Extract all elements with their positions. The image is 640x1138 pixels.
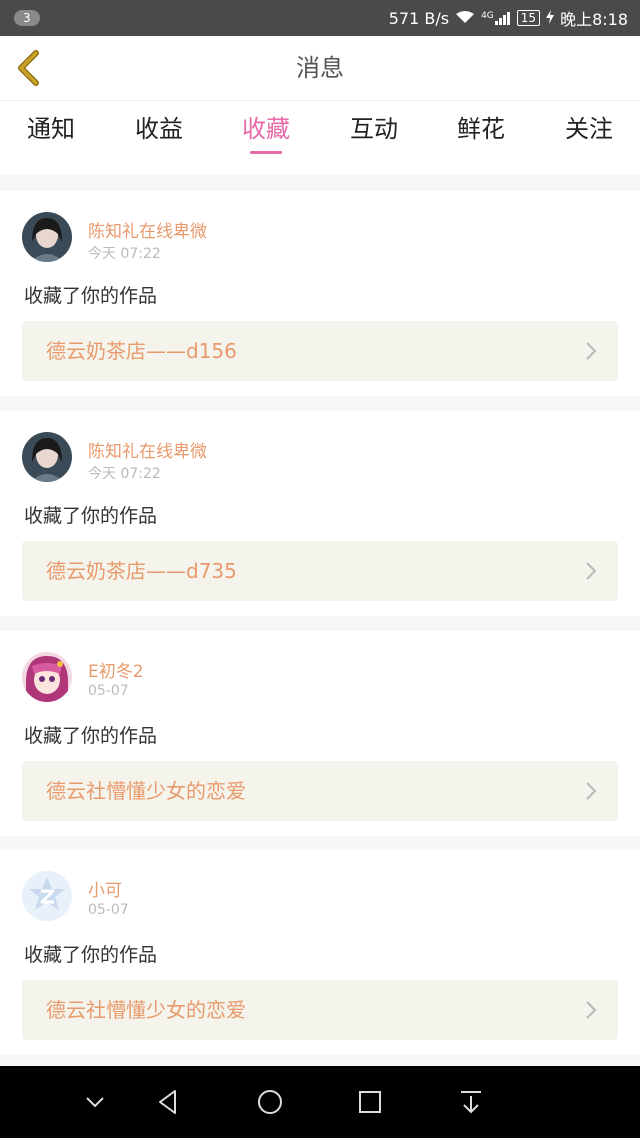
message-card: E初冬2 05-07 收藏了你的作品 德云社懵懂少女的恋爱	[0, 631, 640, 836]
message-card: 小可 05-07 收藏了你的作品 德云社懵懂少女的恋爱	[0, 850, 640, 1055]
user-name[interactable]: 陈知礼在线卑微	[88, 437, 207, 462]
tab-following[interactable]: 关注	[535, 101, 640, 175]
user-name[interactable]: 小可	[88, 876, 122, 901]
tab-interactions[interactable]: 互动	[320, 101, 428, 175]
signal-icon: 4G	[481, 11, 511, 25]
tab-flowers[interactable]: 鲜花	[427, 101, 535, 175]
home-circle-icon	[258, 1090, 282, 1114]
notification-count-badge: 3	[14, 10, 40, 26]
tab-bar: 通知 收益 收藏 互动 鲜花 关注	[0, 101, 640, 175]
message-card: 陈知礼在线卑微 今天 07:22 收藏了你的作品 德云奶茶店——d735	[0, 411, 640, 616]
notification-pull-button[interactable]	[457, 1088, 485, 1116]
message-card: 陈知礼在线卑微 今天 07:22 收藏了你的作品 德云奶茶店——d156	[0, 191, 640, 396]
page-title: 消息	[296, 54, 344, 82]
tab-label: 关注	[565, 115, 613, 143]
timestamp: 今天 07:22	[88, 246, 161, 262]
work-link[interactable]: 德云社懵懂少女的恋爱	[22, 761, 618, 821]
tab-favorites[interactable]: 收藏	[212, 101, 320, 175]
active-tab-indicator	[250, 151, 282, 154]
net-speed: 571 B/s	[388, 8, 450, 28]
header-bar: 消息	[0, 36, 640, 101]
tab-label: 通知	[27, 115, 75, 143]
recents-square-icon	[359, 1091, 381, 1113]
charging-icon	[546, 9, 555, 28]
signal-label: 4G	[481, 11, 494, 21]
avatar[interactable]	[22, 871, 72, 921]
tab-label: 鲜花	[457, 115, 505, 143]
clock: 晚上8:18	[560, 10, 628, 29]
chevron-right-icon	[586, 342, 597, 360]
user-name[interactable]: 陈知礼在线卑微	[88, 217, 207, 242]
hide-nav-button[interactable]	[81, 1088, 109, 1116]
work-title: 德云奶茶店——d735	[46, 559, 237, 583]
back-triangle-icon	[159, 1090, 176, 1114]
tab-earnings[interactable]: 收益	[105, 101, 213, 175]
work-title: 德云奶茶店——d156	[46, 339, 237, 363]
chevron-right-icon	[586, 782, 597, 800]
avatar[interactable]	[22, 652, 72, 702]
avatar[interactable]	[22, 432, 72, 482]
timestamp: 05-07	[88, 902, 129, 918]
timestamp: 05-07	[88, 683, 129, 699]
tab-label: 互动	[350, 115, 398, 143]
chevron-right-icon	[586, 1001, 597, 1019]
wifi-icon	[455, 9, 475, 28]
recents-nav-button[interactable]	[356, 1088, 384, 1116]
chevron-down-icon	[86, 1097, 104, 1108]
avatar[interactable]	[22, 212, 72, 262]
tab-notifications[interactable]: 通知	[0, 101, 105, 175]
work-title: 德云社懵懂少女的恋爱	[46, 998, 246, 1022]
home-nav-button[interactable]	[256, 1088, 284, 1116]
work-title: 德云社懵懂少女的恋爱	[46, 779, 246, 803]
action-text: 收藏了你的作品	[24, 505, 158, 527]
work-link[interactable]: 德云奶茶店——d156	[22, 321, 618, 381]
status-bar: 3 571 B/s 4G 15 晚上8:18	[0, 0, 640, 36]
chevron-right-icon	[586, 562, 597, 580]
default-avatar-icon	[22, 871, 72, 921]
status-indicators: 571 B/s 4G 15 晚上8:18	[389, 6, 628, 30]
action-text: 收藏了你的作品	[24, 285, 158, 307]
work-link[interactable]: 德云奶茶店——d735	[22, 541, 618, 601]
pull-down-icon	[461, 1091, 481, 1114]
back-nav-button[interactable]	[155, 1088, 183, 1116]
battery-icon: 15	[516, 10, 541, 26]
timestamp: 今天 07:22	[88, 466, 161, 482]
user-name[interactable]: E初冬2	[88, 657, 144, 682]
work-link[interactable]: 德云社懵懂少女的恋爱	[22, 980, 618, 1040]
action-text: 收藏了你的作品	[24, 944, 158, 966]
tab-label: 收益	[135, 115, 183, 143]
system-nav-bar	[0, 1066, 640, 1138]
tab-label: 收藏	[242, 115, 290, 143]
action-text: 收藏了你的作品	[24, 725, 158, 747]
